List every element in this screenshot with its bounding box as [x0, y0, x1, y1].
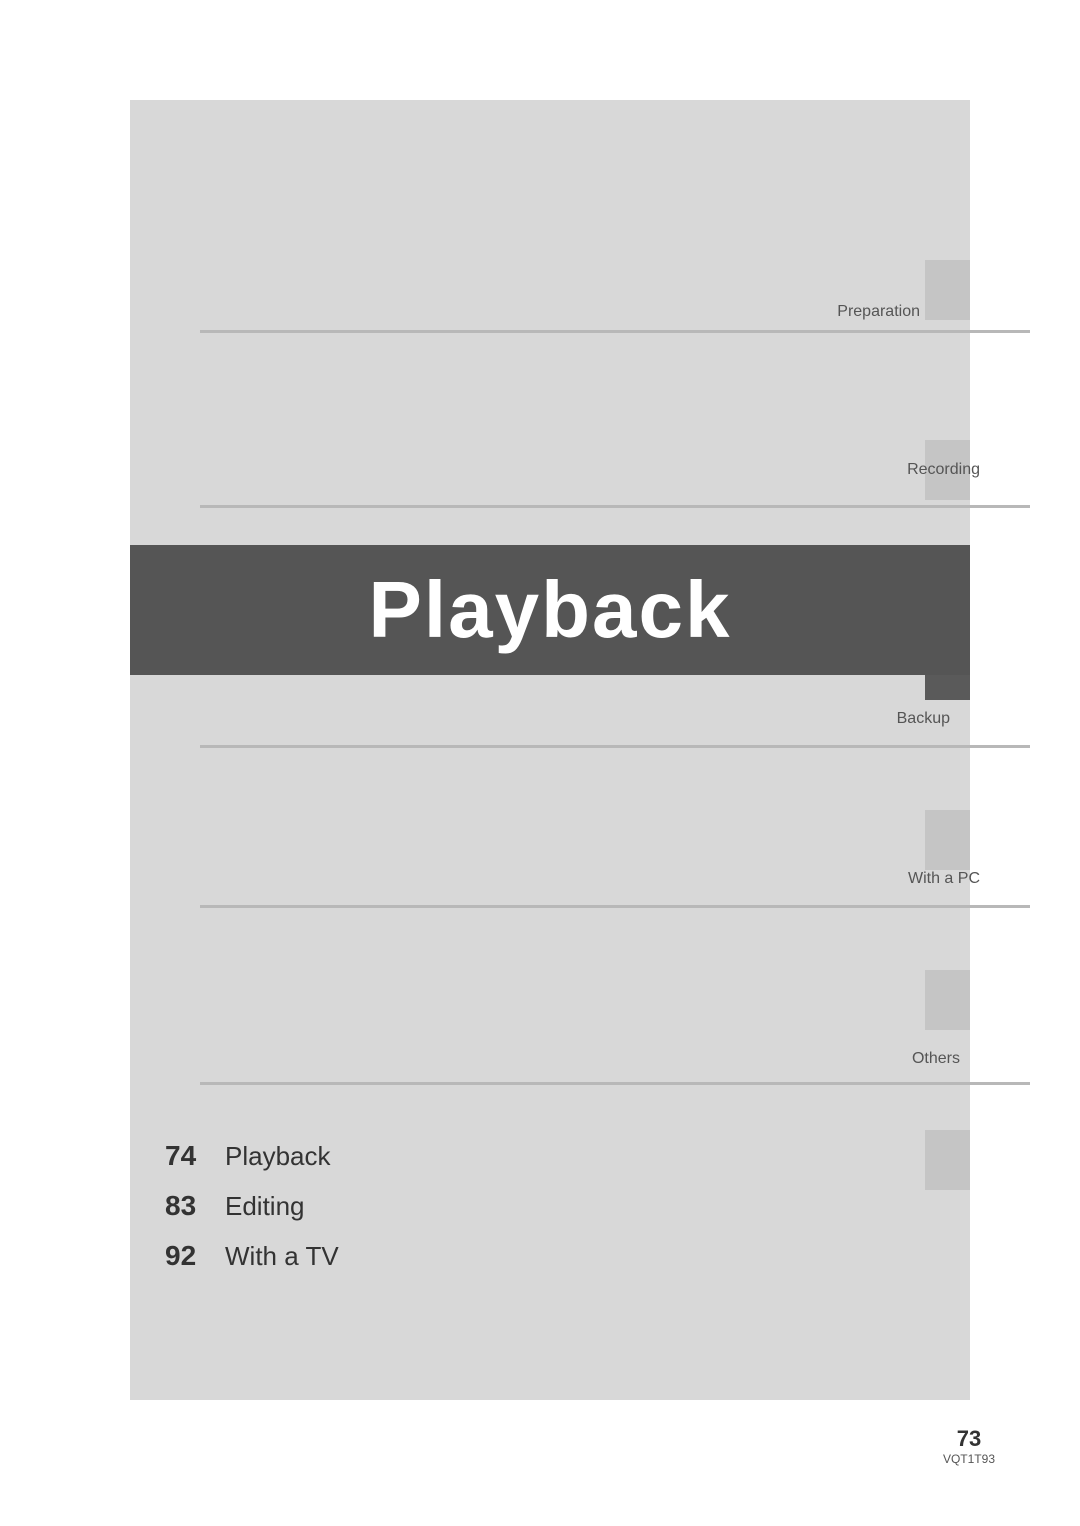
toc-entry-74: 74 Playback [165, 1140, 339, 1172]
recording-label: Recording [907, 461, 980, 479]
toc-text-withatv: With a TV [225, 1241, 339, 1272]
playback-banner: Playback [130, 545, 970, 675]
tab-withapc[interactable] [925, 970, 970, 1030]
playback-title: Playback [369, 564, 732, 656]
toc-section: 74 Playback 83 Editing 92 With a TV [165, 1140, 339, 1290]
page-number: 73 [943, 1426, 995, 1452]
others-label: Others [912, 1050, 960, 1068]
toc-text-editing: Editing [225, 1191, 305, 1222]
toc-number-74: 74 [165, 1140, 225, 1172]
toc-text-playback: Playback [225, 1141, 331, 1172]
preparation-label: Preparation [837, 303, 920, 321]
page: Preparation Recording Playback Backup Wi… [0, 0, 1080, 1526]
tab-others[interactable] [925, 1130, 970, 1190]
toc-entry-83: 83 Editing [165, 1190, 339, 1222]
tab-backup[interactable] [925, 810, 970, 870]
page-number-section: 73 VQT1T93 [943, 1426, 995, 1466]
backup-divider [200, 745, 1030, 748]
tab-preparation[interactable] [925, 260, 970, 320]
withapc-divider [200, 905, 1030, 908]
toc-number-92: 92 [165, 1240, 225, 1272]
withapc-label: With a PC [908, 870, 980, 888]
others-divider [200, 1082, 1030, 1085]
toc-entry-92: 92 With a TV [165, 1240, 339, 1272]
page-code: VQT1T93 [943, 1452, 995, 1466]
toc-number-83: 83 [165, 1190, 225, 1222]
recording-divider [200, 505, 1030, 508]
preparation-divider [200, 330, 1030, 333]
backup-label: Backup [897, 710, 950, 728]
